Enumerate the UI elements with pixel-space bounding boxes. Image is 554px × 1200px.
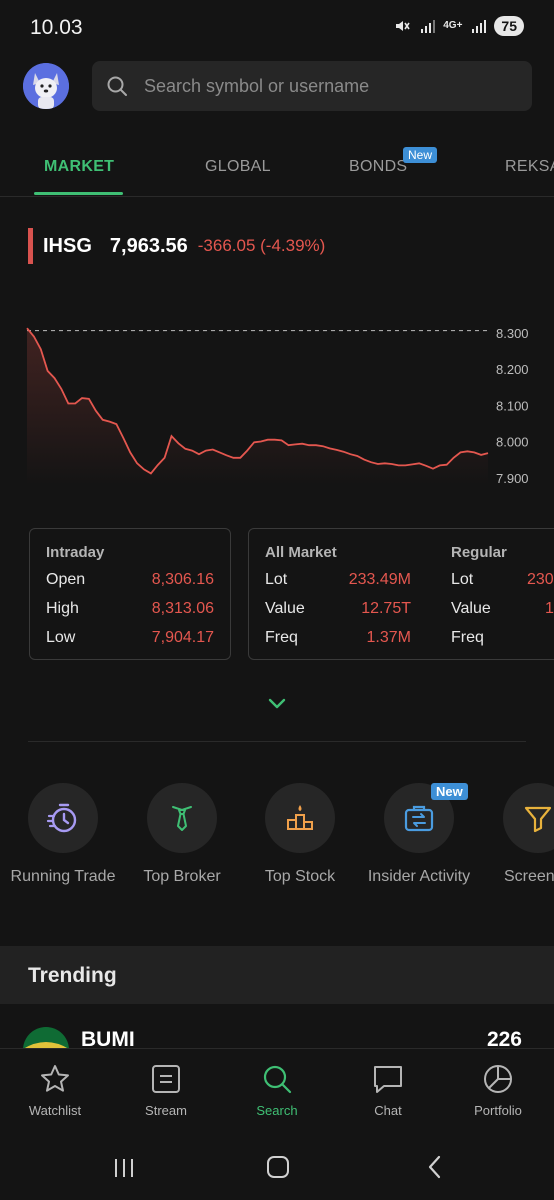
top-broker-button[interactable] [147, 783, 217, 853]
stat-label: Freq [451, 629, 484, 646]
all-market-title: All Market [265, 544, 337, 561]
chat-icon [374, 1066, 402, 1093]
stat-label: Freq [265, 629, 298, 646]
trending-title: Trending [28, 964, 117, 987]
status-bar: 10.03 4G+ 75 [0, 0, 554, 56]
stat-value: 8,313.06 [151, 600, 214, 617]
insider-new-badge: New [431, 783, 468, 800]
divider [28, 741, 526, 742]
feature-label: Insider Activity [367, 868, 471, 885]
y-tick-label: 8.100 [496, 398, 529, 413]
y-tick-label: 8.000 [496, 435, 529, 450]
pie-chart-icon [484, 1065, 512, 1093]
stat-label: Low [46, 629, 76, 646]
stat-value: 8,306.16 [151, 571, 214, 588]
search-icon [263, 1065, 292, 1094]
trending-header: Trending [0, 946, 554, 1004]
filter-icon [524, 806, 552, 833]
index-value: 7,963.56 [109, 234, 188, 257]
active-tab-indicator [34, 192, 123, 195]
signal-icon [472, 20, 487, 33]
nav-portfolio[interactable]: Portfolio [448, 1063, 548, 1118]
feature-label: Screen [504, 868, 554, 885]
feature-screener[interactable]: Screen [483, 783, 554, 888]
mute-icon [396, 21, 410, 31]
index-summary[interactable]: IHSG 7,963.56 -366.05 (-4.39%) [28, 228, 325, 264]
stat-value: 230 [527, 571, 554, 588]
system-nav-bar [0, 1136, 554, 1200]
y-tick-label: 8.200 [496, 362, 529, 377]
feature-top-broker[interactable]: Top Broker [127, 783, 237, 888]
status-time: 10.03 [30, 16, 83, 39]
screener-button[interactable] [503, 783, 554, 853]
y-tick-label: 8.300 [496, 326, 529, 341]
top-stock-button[interactable] [265, 783, 335, 853]
back-icon[interactable] [423, 1154, 447, 1180]
nav-label: Portfolio [474, 1103, 522, 1118]
stat-value: 1.37M [366, 629, 411, 646]
necktie-icon [172, 806, 192, 831]
stat-label: Lot [451, 571, 474, 588]
nav-stream[interactable]: Stream [116, 1063, 216, 1118]
intraday-card[interactable]: Intraday Open 8,306.16 High 8,313.06 Low… [29, 528, 231, 660]
briefcase-transfer-icon [404, 805, 434, 832]
bonds-new-badge: New [403, 147, 438, 163]
stream-icon [152, 1065, 180, 1093]
nav-label: Chat [374, 1103, 402, 1118]
star-icon [41, 1065, 69, 1092]
market-stats-card[interactable]: All Market Lot 233.49M Value 12.75T Freq… [248, 528, 554, 660]
feature-label: Top Stock [264, 868, 336, 885]
status-icons: 4G+ 75 [393, 16, 524, 36]
feature-top-stock[interactable]: Top Stock [245, 783, 355, 888]
stat-value: 233.49M [348, 571, 411, 588]
nav-search[interactable]: Search [227, 1063, 327, 1118]
stat-label: Value [265, 600, 305, 617]
tab-global[interactable]: GLOBAL [205, 158, 271, 176]
tab-bonds[interactable]: BONDS [349, 158, 407, 176]
tab-reksa[interactable]: REKSA [505, 158, 554, 176]
battery-level: 75 [494, 16, 524, 36]
regular-title: Regular [451, 544, 507, 561]
dog-avatar-icon [23, 63, 69, 109]
stat-label: High [46, 600, 79, 617]
feature-insider-activity[interactable]: New Insider Activity [364, 783, 474, 888]
index-chart[interactable]: 8.300 8.200 8.100 8.000 7.900 [0, 300, 554, 500]
stopwatch-icon [46, 803, 77, 833]
running-trade-button[interactable] [28, 783, 98, 853]
network-type: 4G+ [443, 20, 463, 31]
search-icon [107, 76, 127, 96]
feature-running-trade[interactable]: Running Trade [8, 783, 118, 888]
nav-label: Watchlist [28, 1103, 82, 1118]
tab-market[interactable]: MARKET [44, 158, 114, 176]
bottom-nav: Watchlist Stream Search Chat Portfolio [0, 1048, 554, 1136]
nav-label: Search [256, 1103, 298, 1118]
index-change: -366.05 (-4.39%) [197, 236, 326, 255]
signal-icon [421, 20, 436, 33]
podium-icon [287, 805, 313, 830]
y-tick-label: 7.900 [496, 471, 529, 486]
chevron-down-icon[interactable] [266, 692, 288, 714]
stat-label: Lot [265, 571, 288, 588]
stat-value: 1 [545, 600, 554, 617]
home-icon[interactable] [266, 1155, 290, 1179]
stat-label: Open [46, 571, 86, 588]
feature-label: Running Trade [10, 868, 116, 885]
stat-value: 12.75T [361, 600, 411, 617]
stat-value: 7,904.17 [151, 629, 214, 646]
index-trend-marker [28, 228, 33, 264]
nav-label: Stream [145, 1103, 187, 1118]
index-name: IHSG [43, 234, 92, 257]
search-bar[interactable] [92, 61, 532, 111]
avatar[interactable] [23, 63, 69, 109]
stat-label: Value [451, 600, 491, 617]
market-tabs: MARKET GLOBAL BONDS New REKSA [0, 140, 554, 197]
feature-label: Top Broker [143, 868, 221, 885]
intraday-title: Intraday [46, 544, 105, 561]
nav-chat[interactable]: Chat [338, 1063, 438, 1118]
search-input[interactable] [144, 61, 514, 111]
recent-apps-icon[interactable] [112, 1156, 136, 1180]
nav-watchlist[interactable]: Watchlist [5, 1063, 105, 1118]
chart-area-fill [27, 328, 488, 485]
